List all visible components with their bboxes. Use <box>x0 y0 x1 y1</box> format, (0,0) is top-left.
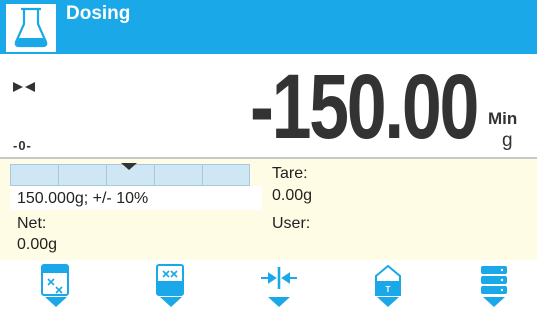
tare-label: Tare: <box>272 165 308 182</box>
dosing-substance-select-icon <box>156 264 184 307</box>
dosing-substance-button[interactable] <box>34 263 78 309</box>
min-indicator: Min <box>488 109 518 128</box>
tare-button[interactable]: T <box>366 263 410 309</box>
svg-text:T: T <box>386 285 391 294</box>
zero-button[interactable] <box>257 263 301 309</box>
bargraph-pointer-icon <box>121 163 137 170</box>
zero-indicator-label: -0- <box>13 138 32 153</box>
dosing-substance-icon <box>41 264 69 307</box>
zero-icon <box>261 267 297 307</box>
net-label: Net: <box>17 215 47 232</box>
flask-icon[interactable] <box>6 4 56 52</box>
stability-icon <box>13 80 35 98</box>
database-button[interactable] <box>472 263 516 309</box>
net-value: 0.00g <box>17 236 58 253</box>
page-title: Dosing <box>66 3 131 24</box>
tare-value: 0.00g <box>272 187 313 204</box>
user-label: User: <box>272 215 311 232</box>
bargraph-cell-divider <box>202 165 203 185</box>
bargraph-cell-divider <box>58 165 59 185</box>
bargraph-cell-divider <box>106 165 107 185</box>
tare-icon: T <box>375 264 401 307</box>
database-icon <box>481 266 507 307</box>
bargraph-cell-divider <box>154 165 155 185</box>
zero-indicator-icon: -0- <box>13 137 32 155</box>
weight-unit[interactable]: g <box>502 130 513 152</box>
weight-value: -150.00 <box>249 56 479 158</box>
threshold-text: 150.000g; +/- 10% <box>17 190 149 207</box>
dosing-select-button[interactable] <box>149 263 193 309</box>
